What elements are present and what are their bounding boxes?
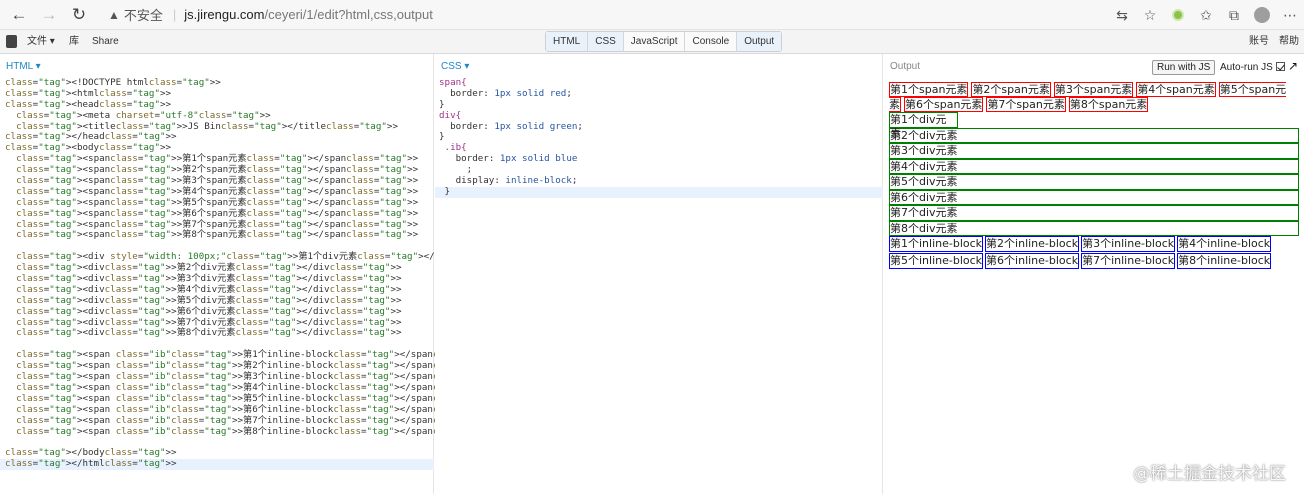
tab-javascript[interactable]: JavaScript <box>624 32 686 51</box>
css-code-line[interactable]: } <box>439 186 583 198</box>
collections-icon[interactable]: ⧉ <box>1220 0 1248 30</box>
file-menu[interactable]: 文件 ▾ <box>27 30 55 54</box>
insecure-label: 不安全 <box>123 8 163 23</box>
output-span-item: 第2个span元素 <box>971 82 1051 97</box>
output-div-item: 第7个div元素 <box>889 205 1299 221</box>
output-inline-block-item: 第2个inline-block <box>985 236 1080 252</box>
watermark: @稀土掘金技术社区 <box>1133 464 1286 484</box>
output-divs: 第1个div元素 第2个div元素 第3个div元素 第4个div元素 第5个div元素… <box>889 112 1299 236</box>
output-inline-block-item: 第1个inline-block <box>889 236 984 252</box>
output-div-item: 第5个div元素 <box>889 174 1299 190</box>
css-code-line[interactable]: border: 1px solid green; <box>439 121 583 133</box>
output-div-item: 第8个div元素 <box>889 220 1299 236</box>
translate-icon[interactable]: ⇆ <box>1108 0 1136 30</box>
more-icon[interactable]: ⋯ <box>1276 0 1304 30</box>
output-span-item: 第1个span元素 <box>889 82 969 97</box>
output-span-item: 第6个span元素 <box>904 97 984 112</box>
output-span-item: 第8个span元素 <box>1068 97 1149 112</box>
tab-console[interactable]: Console <box>685 32 738 51</box>
html-panel[interactable]: HTML ▾ class="tag"><!DOCTYPE htmlclass="… <box>0 54 523 494</box>
output-spans: 第1个span元素 第2个span元素 第3个span元素 第4个span元素 第5个s… <box>889 82 1299 112</box>
output-inline-block-item: 第6个inline-block <box>985 253 1080 269</box>
output-preview: 第1个span元素 第2个span元素 第3个span元素 第4个span元素 第5个s… <box>889 82 1299 270</box>
output-span-item: 第4个span元素 <box>1136 82 1216 97</box>
css-code-line[interactable]: border: 1px solid red; <box>439 88 583 100</box>
output-panel-label: Output <box>890 61 921 72</box>
output-span-item: 第3个span元素 <box>1053 82 1134 97</box>
tab-css[interactable]: CSS <box>588 32 624 51</box>
output-div-item: 第3个div元素 <box>889 143 1299 159</box>
panel-tabs: HTML CSS JavaScript Console Output <box>545 31 783 52</box>
run-with-js-button[interactable]: Run with JS <box>1152 60 1216 75</box>
output-inline-block-item: 第8个inline-block <box>1177 253 1272 269</box>
reload-icon[interactable]: ↻ <box>64 0 94 30</box>
output-inline-block-item: 第7个inline-block <box>1081 253 1176 269</box>
help-menu[interactable]: 帮助 <box>1279 30 1299 54</box>
browser-toolbar: ← → ↻ ▲ 不安全 | js.jirengu.com/ceyeri/1/ed… <box>0 0 1304 30</box>
browser-actions: ⇆ ☆ ✩ ⧉ ⋯ <box>1108 0 1304 30</box>
output-inline-block-item: 第3个inline-block <box>1081 236 1176 252</box>
forward-arrow-icon[interactable]: → <box>34 0 64 30</box>
output-div-item: 第4个div元素 <box>889 158 1299 174</box>
output-div-item: 第6个div元素 <box>889 189 1299 205</box>
expand-icon[interactable]: ↗ <box>1288 59 1298 73</box>
output-div-item: 第2个div元素 <box>889 127 1299 143</box>
avatar[interactable] <box>1248 0 1276 30</box>
css-panel-label[interactable]: CSS ▾ <box>441 61 469 72</box>
autorun-label: Auto-run JS <box>1220 62 1273 73</box>
css-code-line[interactable]: display: inline-block; <box>439 175 583 187</box>
library-menu[interactable]: 库 <box>69 30 79 54</box>
address-separator: | <box>172 7 177 22</box>
jsbin-logo-icon[interactable] <box>6 35 17 48</box>
output-inline-block-item: 第4个inline-block <box>1177 236 1272 252</box>
output-span-item: 第7个span元素 <box>986 97 1066 112</box>
extension-icon[interactable] <box>1164 0 1192 30</box>
css-code-editor[interactable]: span{ border: 1px solid red;} div{ border… <box>439 77 583 198</box>
tab-output[interactable]: Output <box>737 32 782 51</box>
jsbin-toolbar: 文件 ▾ 库 Share HTML CSS JavaScript Console… <box>0 30 1304 54</box>
back-arrow-icon[interactable]: ← <box>4 0 34 30</box>
output-inline-block-item: 第5个inline-block <box>889 253 984 269</box>
share-menu[interactable]: Share <box>92 30 119 54</box>
account-menu[interactable]: 账号 <box>1249 30 1269 54</box>
url-path: /ceyeri/1/edit?html,css,output <box>264 7 433 22</box>
star-icon[interactable]: ☆ <box>1136 0 1164 30</box>
tab-html[interactable]: HTML <box>546 32 589 51</box>
autorun-checkbox[interactable] <box>1275 62 1285 71</box>
html-panel-label[interactable]: HTML ▾ <box>6 61 41 72</box>
output-inline-blocks: 第1个inline-block 第2个inline-block 第3个inline-… <box>889 236 1299 270</box>
favorites-icon[interactable]: ✩ <box>1192 0 1220 30</box>
css-panel[interactable]: CSS ▾ span{ border: 1px solid red;} div{ … <box>435 54 883 494</box>
url-host: js.jirengu.com <box>184 7 265 22</box>
autorun-toggle[interactable]: Auto-run JS <box>1220 62 1285 73</box>
warning-icon: ▲ <box>108 7 120 22</box>
address-bar[interactable]: ▲ 不安全 | js.jirengu.com/ceyeri/1/edit?htm… <box>108 0 433 30</box>
output-div-item: 第1个div元素 <box>889 112 958 140</box>
